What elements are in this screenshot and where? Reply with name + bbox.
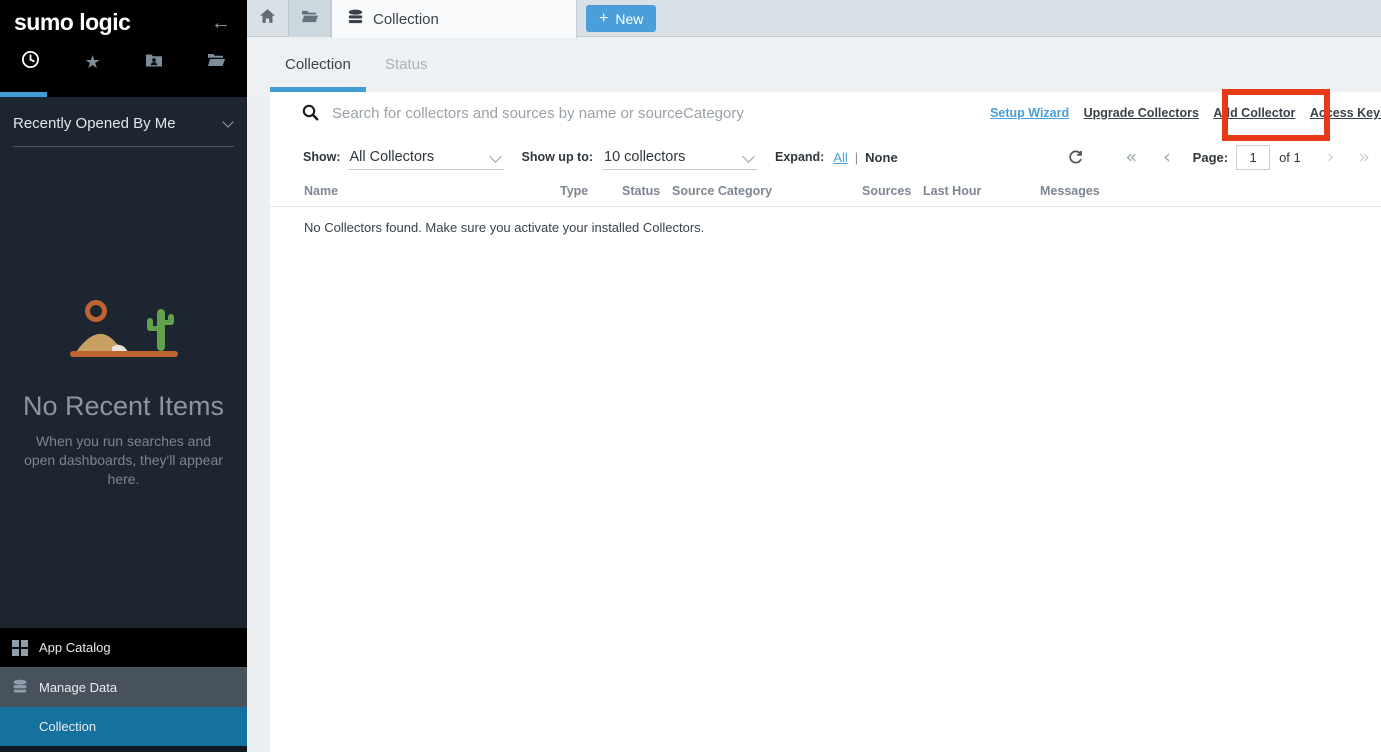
folder-person-icon — [145, 52, 163, 73]
expand-separator: | — [855, 150, 858, 165]
expand-all-link[interactable]: All — [833, 150, 847, 165]
pagination-controls: « ‹ Page: of 1 › » — [1068, 145, 1381, 170]
recently-opened-dropdown[interactable]: Recently Opened By Me — [13, 109, 234, 147]
upgrade-collectors-link[interactable]: Upgrade Collectors — [1084, 106, 1199, 120]
expand-label: Expand: — [775, 150, 824, 164]
recently-opened-label: Recently Opened By Me — [13, 115, 176, 132]
open-folder-icon — [301, 9, 319, 29]
setup-wizard-link[interactable]: Setup Wizard — [990, 106, 1069, 120]
search-row: Setup Wizard Upgrade Collectors Add Coll… — [270, 92, 1381, 134]
collapse-sidebar-icon[interactable]: ← — [211, 13, 231, 33]
column-header-sources[interactable]: Sources — [862, 184, 911, 198]
no-recent-items-title: No Recent Items — [0, 391, 247, 422]
new-button[interactable]: + New — [586, 5, 656, 32]
first-page-icon[interactable]: « — [1125, 148, 1137, 167]
chevron-down-icon — [742, 150, 755, 163]
page-number-input[interactable] — [1236, 145, 1270, 170]
show-filter-label: Show: — [303, 150, 341, 164]
access-keys-link[interactable]: Access Keys — [1310, 106, 1381, 120]
expand-none-link[interactable]: None — [865, 150, 898, 165]
database-icon — [11, 679, 29, 695]
subtab-label: Collection — [285, 56, 351, 73]
sidebar-bottom-menu: App Catalog Manage Data Collection — [0, 628, 247, 752]
home-icon — [259, 8, 276, 29]
sidebar-nav-icons: ★ — [0, 38, 247, 86]
prev-page-icon[interactable]: ‹ — [1163, 148, 1171, 167]
collection-panel: Setup Wizard Upgrade Collectors Add Coll… — [270, 92, 1381, 752]
app-grid-icon — [11, 640, 29, 656]
column-header-type[interactable]: Type — [560, 184, 588, 198]
sumo-logic-logo: sumo logic — [14, 9, 130, 36]
no-collectors-message: No Collectors found. Make sure you activ… — [304, 220, 704, 235]
sidebar-tab-library[interactable] — [185, 38, 247, 86]
filter-row: Show: All Collectors Show up to: 10 coll… — [270, 141, 1381, 173]
column-header-source-category[interactable]: Source Category — [672, 184, 772, 198]
recents-empty-state: No Recent Items When you run searches an… — [0, 295, 247, 489]
database-icon — [347, 9, 364, 30]
menu-item-label: App Catalog — [39, 640, 111, 655]
search-icon — [302, 104, 319, 126]
column-header-messages[interactable]: Messages — [1040, 184, 1100, 198]
tab-collection[interactable]: Collection — [331, 0, 577, 38]
clock-icon — [21, 50, 40, 74]
subtab-collection[interactable]: Collection — [270, 37, 366, 92]
sumo-logic-app: sumo logic ← ★ — [0, 0, 1381, 752]
column-header-name[interactable]: Name — [304, 184, 338, 198]
desert-illustration — [54, 295, 194, 367]
collectors-table-header: Name Type Status Source Category Sources… — [270, 176, 1381, 207]
page-label: Page: — [1193, 150, 1228, 165]
sidebar-bottom-sliver — [0, 746, 247, 752]
sidebar-tab-favorites[interactable]: ★ — [62, 38, 124, 86]
sidebar-item-manage-data[interactable]: Manage Data — [0, 667, 247, 707]
menu-item-label: Collection — [39, 719, 96, 734]
subtab-status[interactable]: Status — [370, 37, 443, 92]
tab-label: Collection — [373, 11, 439, 28]
show-filter-dropdown[interactable]: All Collectors — [348, 144, 504, 170]
sidebar-header: sumo logic ← ★ — [0, 0, 247, 97]
left-sidebar: sumo logic ← ★ — [0, 0, 247, 752]
open-folder-icon — [207, 52, 226, 73]
show-filter-value: All Collectors — [350, 149, 435, 165]
sidebar-item-app-catalog[interactable]: App Catalog — [0, 628, 247, 667]
refresh-icon[interactable] — [1068, 149, 1083, 165]
search-input[interactable] — [332, 100, 972, 126]
last-page-icon[interactable]: » — [1358, 148, 1370, 167]
limit-filter-label: Show up to: — [522, 150, 594, 164]
sidebar-tab-recents[interactable] — [0, 38, 62, 86]
sidebar-tab-personal[interactable] — [124, 38, 186, 86]
menu-item-label: Manage Data — [39, 680, 117, 695]
library-tab-button[interactable] — [288, 0, 331, 37]
limit-filter-value: 10 collectors — [604, 149, 685, 165]
no-recent-items-description: When you run searches and open dashboard… — [20, 432, 228, 489]
column-header-status[interactable]: Status — [622, 184, 660, 198]
chevron-down-icon — [489, 150, 502, 163]
subtab-row: Collection Status — [247, 37, 1381, 92]
toolbar-links: Setup Wizard Upgrade Collectors Add Coll… — [979, 106, 1381, 120]
subtab-label: Status — [385, 56, 428, 73]
plus-icon: + — [599, 11, 608, 27]
add-collector-link[interactable]: Add Collector — [1213, 106, 1295, 120]
next-page-icon[interactable]: › — [1327, 148, 1335, 167]
home-tab-button[interactable] — [247, 0, 288, 37]
limit-filter-dropdown[interactable]: 10 collectors — [602, 144, 757, 170]
new-button-label: New — [615, 11, 643, 27]
column-header-last-hour[interactable]: Last Hour — [923, 184, 981, 198]
active-tab-underline — [0, 92, 47, 97]
chevron-down-icon — [222, 116, 233, 127]
page-total-label: of 1 — [1279, 150, 1301, 165]
star-icon: ★ — [85, 53, 101, 71]
sidebar-item-collection[interactable]: Collection — [0, 707, 247, 746]
